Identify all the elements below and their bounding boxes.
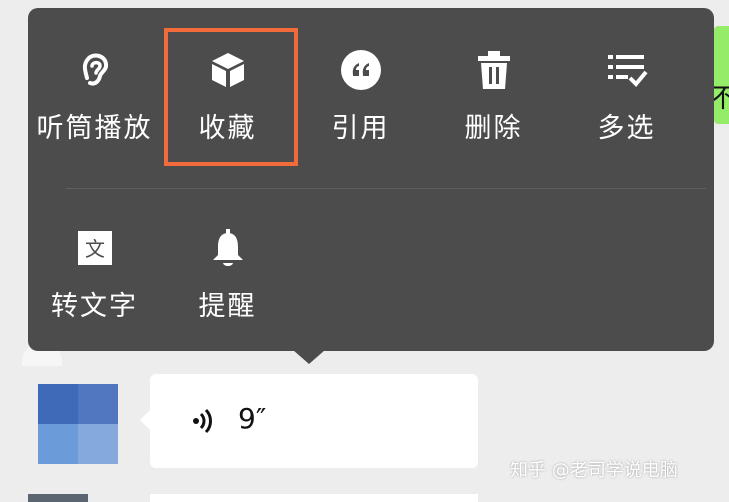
menu-row-primary: 听筒播放 收藏 引用 删除 多选 [28, 48, 693, 158]
bell-icon [206, 226, 250, 270]
ear-icon [73, 48, 117, 92]
trash-icon [472, 48, 516, 92]
menu-item-earpiece-play[interactable]: 听筒播放 [28, 48, 161, 158]
menu-item-delete[interactable]: 删除 [427, 48, 560, 158]
voice-message-bubble[interactable]: 9″ [140, 374, 478, 468]
annotation-highlight-box [164, 28, 298, 166]
menu-item-label: 听筒播放 [36, 113, 153, 144]
menu-row-secondary: 文 转文字 提醒 [28, 226, 294, 336]
multi-select-icon [605, 48, 649, 92]
menu-item-label: 引用 [331, 113, 390, 144]
menu-item-label: 删除 [464, 113, 523, 144]
voice-wave-icon [193, 408, 212, 434]
next-message-bubble[interactable] [150, 494, 478, 502]
menu-divider [66, 188, 706, 189]
menu-item-quote[interactable]: 引用 [294, 48, 427, 158]
context-menu: 听筒播放 收藏 引用 删除 多选 文 转文字 提醒 [28, 8, 714, 351]
next-avatar[interactable] [28, 494, 88, 502]
menu-item-voice-to-text[interactable]: 文 转文字 [28, 226, 161, 336]
sent-message-bubble[interactable]: 不 [710, 26, 729, 124]
text-convert-icon: 文 [73, 226, 117, 270]
menu-pointer [293, 350, 325, 364]
watermark: 知乎 @老司学说电脑 [510, 460, 678, 481]
voice-duration: 9″ [238, 402, 267, 435]
menu-item-label: 多选 [597, 113, 656, 144]
avatar[interactable] [38, 384, 118, 464]
menu-item-remind[interactable]: 提醒 [161, 226, 294, 336]
menu-item-label: 转文字 [51, 291, 138, 322]
menu-item-label: 提醒 [198, 291, 257, 322]
menu-item-multi-select[interactable]: 多选 [560, 48, 693, 158]
quote-icon [339, 48, 383, 92]
svg-text:文: 文 [85, 237, 105, 261]
